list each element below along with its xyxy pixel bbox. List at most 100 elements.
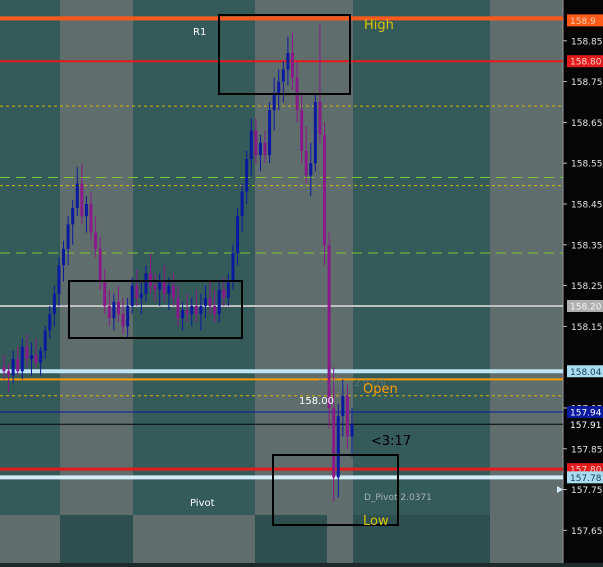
pivot-label: Pivot xyxy=(190,498,215,509)
candle-body xyxy=(80,183,84,217)
candle-body xyxy=(84,203,88,217)
open-label: Open xyxy=(363,382,398,397)
candle-body xyxy=(290,53,294,78)
candle-body xyxy=(126,305,130,327)
axis-tick-label: 158.75 xyxy=(571,78,603,88)
candle-body xyxy=(272,93,276,111)
candle-body xyxy=(52,293,56,315)
countdown-label: <3:17 xyxy=(371,434,411,449)
session-band xyxy=(60,515,133,563)
price-box-label: 158.9 xyxy=(570,17,596,27)
candle-body xyxy=(263,142,267,156)
candle-body xyxy=(158,281,162,290)
candle-body xyxy=(350,424,354,437)
candle-body xyxy=(222,289,226,298)
session-band xyxy=(255,515,327,563)
candle-body xyxy=(281,69,285,82)
candle-body xyxy=(208,297,212,306)
candle-body xyxy=(116,301,120,315)
axis-tick-label: 158.65 xyxy=(571,119,603,129)
axis-tick-label: 158.35 xyxy=(571,241,603,251)
d-pivot-label: D_Pivot 2.0371 xyxy=(364,493,432,503)
session-band xyxy=(133,515,255,563)
session-band xyxy=(327,515,353,563)
high-label: High xyxy=(364,18,394,33)
candle-body xyxy=(240,191,244,217)
candle-body xyxy=(153,285,157,290)
candle-body xyxy=(217,289,221,315)
axis-tick-label: 157.75 xyxy=(571,486,603,496)
candle-body xyxy=(48,314,52,331)
axis-tick-label: 158.55 xyxy=(571,160,603,170)
candle-body xyxy=(254,130,258,156)
session-band xyxy=(60,0,133,515)
candle-body xyxy=(203,297,207,306)
candle-body xyxy=(185,310,189,315)
candle-body xyxy=(89,203,93,233)
candle-body xyxy=(341,395,345,417)
session-band xyxy=(490,515,563,563)
candle-body xyxy=(286,53,290,70)
candle-body xyxy=(236,216,240,253)
low-label: Low xyxy=(363,514,389,529)
price-box-label: 157.78 xyxy=(570,474,602,484)
candle-body xyxy=(16,359,20,372)
price-chart[interactable]: High R1 D_Pivot 2.0378 Open 158.00 <3:17… xyxy=(0,0,603,563)
candle-body xyxy=(176,297,180,319)
axis-tick-label: 158.45 xyxy=(571,200,603,210)
candle-body xyxy=(103,281,107,306)
session-band xyxy=(0,0,60,515)
candle-body xyxy=(107,305,111,319)
candle-body xyxy=(39,350,43,364)
candle-body xyxy=(300,110,304,151)
candle-body xyxy=(258,142,262,156)
candle-body xyxy=(194,305,198,315)
candle-body xyxy=(245,159,249,192)
candle-body xyxy=(313,101,317,164)
trading-chart[interactable]: High R1 D_Pivot 2.0378 Open 158.00 <3:17… xyxy=(0,0,603,563)
candle-body xyxy=(62,248,66,266)
candle-body xyxy=(66,224,70,249)
candle-body xyxy=(75,183,79,209)
session-band xyxy=(133,0,255,515)
candle-body xyxy=(34,354,38,364)
session-band xyxy=(490,0,563,515)
candle xyxy=(323,122,327,266)
candle xyxy=(313,93,317,172)
price-box-label: 158.20 xyxy=(570,302,602,312)
candle-body xyxy=(171,285,175,298)
candle-body xyxy=(181,310,185,319)
candle-body xyxy=(25,346,29,360)
candle-body xyxy=(199,305,203,315)
candle-body xyxy=(332,407,336,478)
candle-body xyxy=(98,248,102,282)
candle-body xyxy=(144,273,148,294)
candle-body xyxy=(231,252,235,282)
candle-body xyxy=(43,330,47,351)
candle-body xyxy=(139,293,143,298)
axis-tick-label: 157.65 xyxy=(571,527,603,537)
candle-body xyxy=(135,285,139,298)
price-note-label: 158.00 xyxy=(299,396,334,407)
candle-body xyxy=(345,395,349,437)
price-box-label: 158.80 xyxy=(570,58,602,68)
candle-body xyxy=(304,150,308,176)
candle-body xyxy=(121,314,125,327)
candle-body xyxy=(318,101,322,135)
candle-body xyxy=(268,110,272,156)
candle-body xyxy=(309,163,313,176)
candle-body xyxy=(11,359,15,376)
candle-body xyxy=(29,354,33,360)
candle xyxy=(268,101,272,164)
session-band xyxy=(0,515,60,563)
candle-body xyxy=(323,134,327,245)
axis-tick-label: 158.25 xyxy=(571,282,603,292)
candle-body xyxy=(226,281,230,298)
r1-label: R1 xyxy=(193,27,206,38)
candle-body xyxy=(112,301,116,319)
axis-tick-label: 157.85 xyxy=(571,445,603,455)
price-box-label: 157.94 xyxy=(570,409,602,419)
candle-body xyxy=(7,371,11,376)
candle-body xyxy=(213,305,217,315)
candle-body xyxy=(94,232,98,249)
